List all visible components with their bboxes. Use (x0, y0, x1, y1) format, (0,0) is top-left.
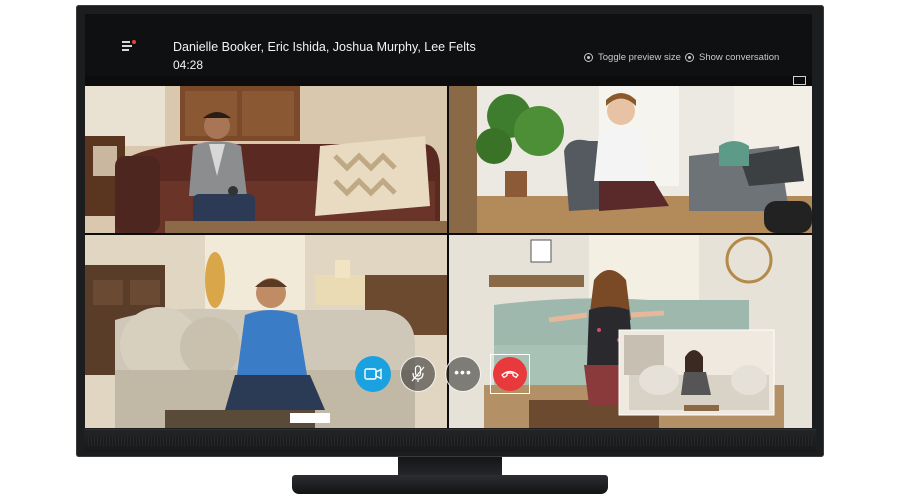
video-tile-participant-3[interactable] (85, 235, 447, 428)
tv-screen: Danielle Booker, Eric Ishida, Joshua Mur… (85, 14, 812, 428)
hang-up-button[interactable] (493, 357, 527, 391)
call-header: Danielle Booker, Eric Ishida, Joshua Mur… (85, 14, 812, 76)
show-conversation-button[interactable]: Show conversation (685, 52, 779, 63)
toggle-preview-label: Toggle preview size (598, 52, 681, 63)
show-conversation-label: Show conversation (699, 52, 780, 63)
mute-button[interactable] (400, 356, 436, 392)
toggle-preview-button[interactable]: Toggle preview size (584, 52, 681, 63)
hang-up-icon (501, 370, 519, 379)
hang-up-focus-frame (490, 354, 530, 394)
conversation-icon (685, 53, 694, 62)
tv-stand-neck (398, 457, 502, 476)
self-preview (618, 329, 775, 416)
video-tile-participant-4[interactable] (449, 235, 812, 428)
video-camera-icon (364, 368, 382, 380)
call-duration: 04:28 (173, 58, 204, 72)
more-options-icon: ••• (454, 364, 472, 380)
call-controls: ••• (355, 354, 530, 394)
microphone-icon (411, 365, 425, 382)
video-tile-participant-1[interactable] (85, 86, 447, 233)
tv-stand-base (292, 475, 608, 494)
video-toggle-button[interactable] (355, 356, 391, 392)
more-options-button[interactable]: ••• (445, 356, 481, 392)
call-participants: Danielle Booker, Eric Ishida, Joshua Mur… (173, 40, 476, 54)
toggle-icon (584, 53, 593, 62)
notification-dot (132, 40, 136, 44)
menu-icon[interactable] (122, 40, 136, 51)
video-tile-participant-2[interactable] (449, 86, 812, 233)
tv-speaker-bar (84, 429, 816, 452)
picture-in-picture-icon[interactable] (793, 76, 806, 85)
